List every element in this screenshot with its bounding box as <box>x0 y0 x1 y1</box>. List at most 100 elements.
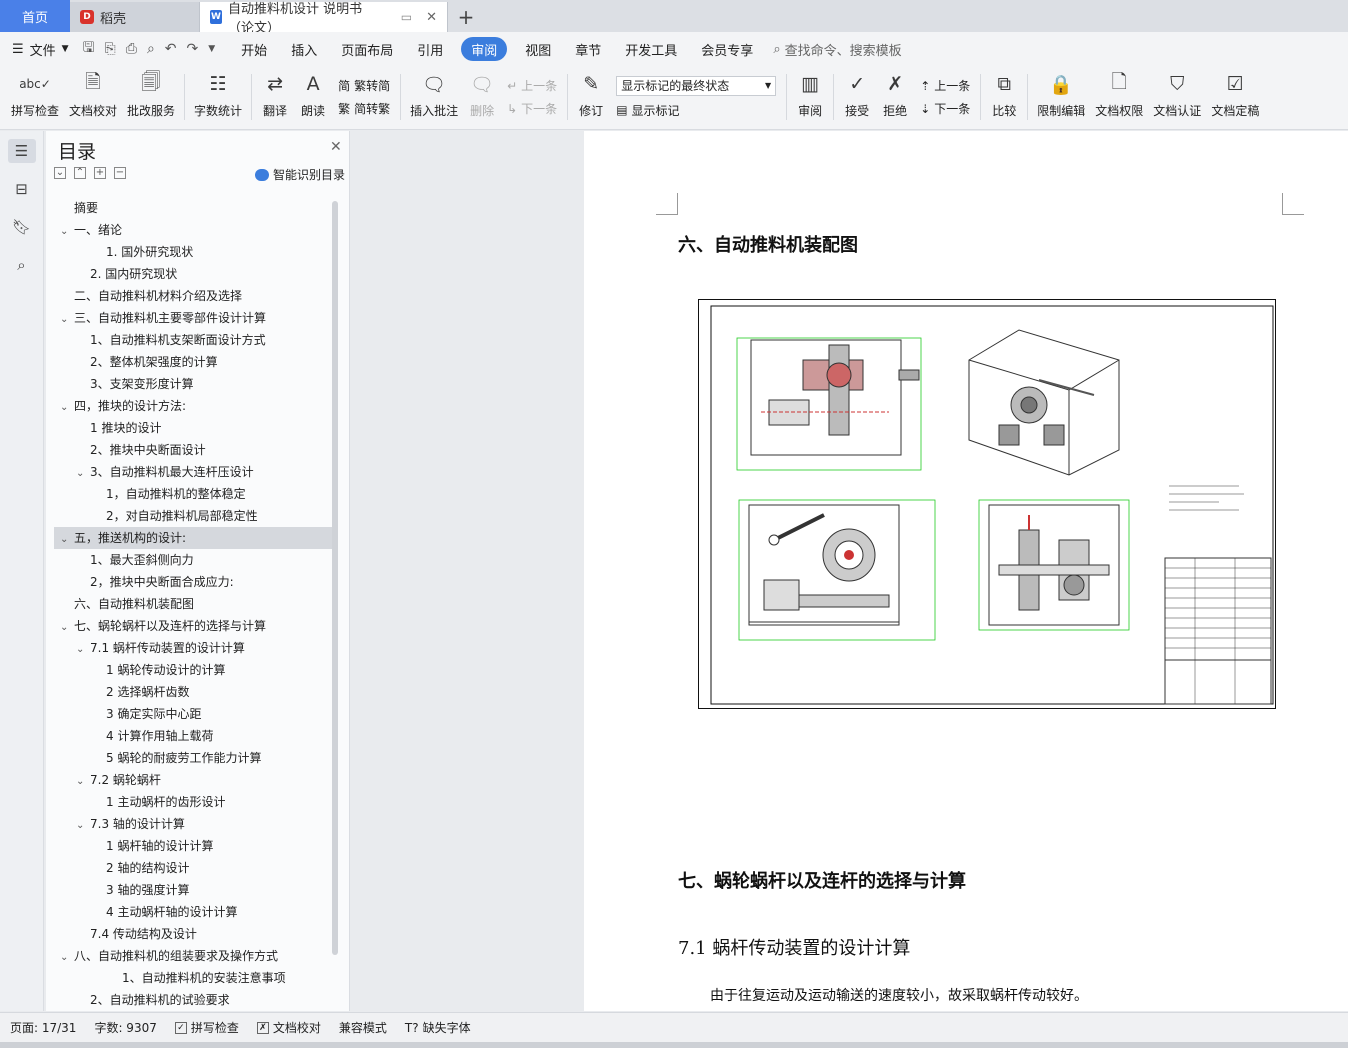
compat-mode[interactable]: 兼容模式 <box>339 1019 387 1036</box>
toc-item[interactable]: ⌄ 四，推块的设计方法: <box>54 395 334 417</box>
translate-button[interactable]: ⇄ 翻译 <box>261 66 289 128</box>
menu-page-layout[interactable]: 页面布局 <box>329 37 405 61</box>
revise-button[interactable]: ✎ 修订 <box>577 66 605 128</box>
toc-item[interactable]: 摘要 <box>54 197 334 219</box>
chevron-down-icon[interactable]: ⌄ <box>60 617 74 639</box>
print-icon[interactable]: ⎙ <box>126 41 137 57</box>
chevron-down-icon[interactable]: ⌄ <box>60 947 74 969</box>
remove-heading-icon[interactable]: − <box>114 167 126 179</box>
chapter-nav-icon[interactable]: ⊟ <box>8 177 36 201</box>
compare-button[interactable]: ⧉ 比较 <box>990 66 1018 128</box>
toc-item[interactable]: 3、支架变形度计算 <box>54 373 334 395</box>
toc-item[interactable]: 1 蜗轮传动设计的计算 <box>54 659 334 681</box>
status-doc-proof[interactable]: ✗ 文档校对 <box>256 1019 321 1036</box>
status-spell-check[interactable]: ✓ 拼写检查 <box>174 1019 239 1036</box>
smart-toc-button[interactable]: 智能识别目录 <box>254 166 345 183</box>
toc-item[interactable]: 2，推块中央断面合成应力: <box>54 571 334 593</box>
toc-item[interactable]: 2、推块中央断面设计 <box>54 439 334 461</box>
toc-item[interactable]: 2，对自动推料机局部稳定性 <box>54 505 334 527</box>
restrict-edit-button[interactable]: 🔒 限制编辑 <box>1037 66 1085 128</box>
page-indicator[interactable]: 页面: 17/31 <box>10 1019 76 1036</box>
batch-service-button[interactable]: 🗐 批改服务 <box>127 66 175 128</box>
close-icon[interactable]: ✕ <box>330 139 342 155</box>
toc-item[interactable]: 二、自动推料机材料介绍及选择 <box>54 285 334 307</box>
toc-item[interactable]: 1，自动推料机的整体稳定 <box>54 483 334 505</box>
print-preview-icon[interactable]: ⌕ <box>147 41 155 57</box>
toc-item[interactable]: ⌄ 三、自动推料机主要零部件设计计算 <box>54 307 334 329</box>
doc-certify-button[interactable]: ⛉ 文档认证 <box>1153 66 1201 128</box>
undo-icon[interactable]: ↶ <box>165 41 177 57</box>
chevron-down-icon[interactable]: ⌄ <box>76 815 90 837</box>
bookmark-icon[interactable]: 🔖︎ <box>8 215 36 239</box>
file-menu[interactable]: ☰ 文件 ▼ <box>12 40 69 59</box>
chevron-down-icon[interactable]: ⌄ <box>76 771 90 793</box>
close-tab-icon[interactable]: ✕ <box>426 10 437 25</box>
next-revision-button[interactable]: ⇣ 下一条 <box>920 100 970 117</box>
prev-comment-button[interactable]: ↵ 上一条 <box>507 77 557 94</box>
chevron-down-icon[interactable]: ⌄ <box>60 397 74 419</box>
show-markup-button[interactable]: ▤ 显示标记 <box>616 102 776 119</box>
redo-icon[interactable]: ↷ <box>187 41 199 57</box>
chevron-down-icon[interactable]: ▼ <box>208 44 215 54</box>
toc-panel-icon[interactable]: ☰ <box>7 139 36 163</box>
simp-to-trad-button[interactable]: 繁简转繁 <box>338 100 390 117</box>
toc-item[interactable]: 7.4 传动结构及设计 <box>54 923 334 945</box>
word-count-indicator[interactable]: 字数: 9307 <box>94 1019 156 1036</box>
tab-home[interactable]: 首页 <box>0 0 70 32</box>
menu-insert[interactable]: 插入 <box>279 37 329 61</box>
accept-button[interactable]: ✓ 接受 <box>843 66 871 128</box>
search-icon[interactable]: ⌕ <box>8 253 36 277</box>
toc-item[interactable]: 1. 国外研究现状 <box>54 241 334 263</box>
doc-rights-button[interactable]: 🗋 文档权限 <box>1095 66 1143 128</box>
doc-proof-button[interactable]: 🗎 文档校对 <box>69 66 117 128</box>
toc-item[interactable]: 六、自动推料机装配图 <box>54 593 334 615</box>
chevron-down-icon[interactable]: ⌄ <box>60 221 74 243</box>
prev-revision-button[interactable]: ⇡ 上一条 <box>920 77 970 94</box>
toc-item[interactable]: ⌄ 八、自动推料机的组装要求及操作方式 <box>54 945 334 967</box>
insert-comment-button[interactable]: 🗨 插入批注 <box>410 66 458 128</box>
next-comment-button[interactable]: ↳ 下一条 <box>507 100 557 117</box>
toc-item[interactable]: 1 主动蜗杆的齿形设计 <box>54 791 334 813</box>
markup-state-select[interactable]: 显示标记的最终状态 ▼ <box>616 75 777 96</box>
doc-final-button[interactable]: ☑ 文档定稿 <box>1211 66 1259 128</box>
toc-item[interactable]: ⌄ 7.3 轴的设计计算 <box>54 813 334 835</box>
command-search[interactable]: ⌕ 查找命令、搜索模板 <box>773 40 901 59</box>
toc-item[interactable]: 1、自动推料机支架断面设计方式 <box>54 329 334 351</box>
menu-view[interactable]: 视图 <box>513 37 563 61</box>
toc-item[interactable]: 1 蜗杆轴的设计计算 <box>54 835 334 857</box>
toc-item[interactable]: 4 主动蜗杆轴的设计计算 <box>54 901 334 923</box>
toc-item[interactable]: 1 推块的设计 <box>54 417 334 439</box>
toc-item[interactable]: 2、自动推料机的试验要求 <box>54 989 334 1007</box>
toc-item[interactable]: 2、整体机架强度的计算 <box>54 351 334 373</box>
toc-item[interactable]: 3 确定实际中心距 <box>54 703 334 725</box>
toc-item[interactable]: 1、最大歪斜侧向力 <box>54 549 334 571</box>
tab-daoke[interactable]: D 稻壳 <box>70 2 200 32</box>
toc-item[interactable]: ⌄ 3、自动推料机最大连杆压设计 <box>54 461 334 483</box>
toc-item[interactable]: ⌄ 7.2 蜗轮蜗杆 <box>54 769 334 791</box>
toc-item[interactable]: ⌄ 7.1 蜗杆传动装置的设计计算 <box>54 637 334 659</box>
menu-review[interactable]: 审阅 <box>461 37 508 61</box>
toc-item[interactable]: 2 选择蜗杆齿数 <box>54 681 334 703</box>
chevron-down-icon[interactable]: ⌄ <box>60 309 74 331</box>
toc-item[interactable]: 4 计算作用轴上载荷 <box>54 725 334 747</box>
collapse-all-icon[interactable]: ⌄ <box>54 167 66 179</box>
toc-item[interactable]: ⌄ 一、绪论 <box>54 219 334 241</box>
review-pane-button[interactable]: ▥ 审阅 <box>796 66 824 128</box>
chevron-down-icon[interactable]: ⌄ <box>76 639 90 661</box>
add-heading-icon[interactable]: + <box>94 167 106 179</box>
toc-item[interactable]: 2. 国内研究现状 <box>54 263 334 285</box>
new-tab-button[interactable]: + <box>448 2 484 32</box>
monitor-icon[interactable]: ▭ <box>401 10 412 24</box>
toc-item[interactable]: ⌄ 五，推送机构的设计: <box>54 527 334 549</box>
toc-item[interactable]: 5 蜗轮的耐疲劳工作能力计算 <box>54 747 334 769</box>
save-icon[interactable]: 🖫 <box>83 37 95 61</box>
reject-button[interactable]: ✗ 拒绝 <box>881 66 909 128</box>
toc-scrollbar[interactable] <box>332 201 338 955</box>
toc-item[interactable]: 1、自动推料机的安装注意事项 <box>54 967 334 989</box>
delete-comment-button[interactable]: 🗨 删除 <box>468 66 496 128</box>
toc-item[interactable]: 2 轴的结构设计 <box>54 857 334 879</box>
toc-item[interactable]: 3 轴的强度计算 <box>54 879 334 901</box>
missing-font[interactable]: T? 缺失字体 <box>405 1019 471 1036</box>
word-count-button[interactable]: ☷ 字数统计 <box>194 66 242 128</box>
read-aloud-button[interactable]: A 朗读 <box>299 66 327 128</box>
